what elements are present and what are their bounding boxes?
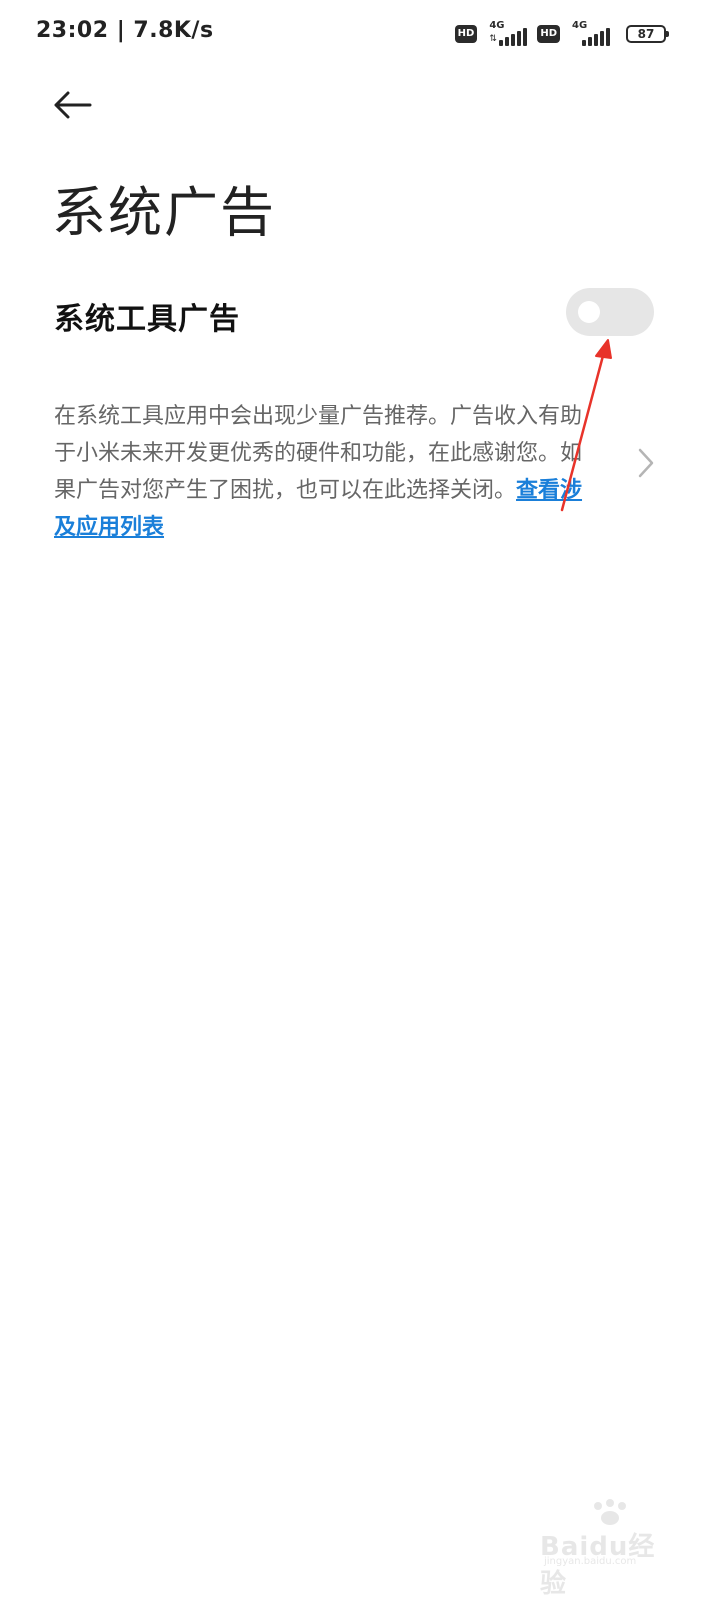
- signal-bars-icon: [499, 28, 528, 46]
- signal-sim1: 4G ⇅: [485, 20, 529, 48]
- hd-badge-sim1: HD: [454, 25, 478, 43]
- status-bar: 23:02 | 7.8K/s HD 4G ⇅ HD 4G 87: [0, 0, 720, 70]
- settings-screen: 23:02 | 7.8K/s HD 4G ⇅ HD 4G 87 系统广告 系统工…: [0, 0, 720, 1600]
- status-time: 23:02 | 7.8K/s: [36, 18, 214, 43]
- signal-bars-icon: [582, 28, 610, 46]
- description-text: 在系统工具应用中会出现少量广告推荐。广告收入有助于小米未来开发更优秀的硬件和功能…: [54, 404, 583, 503]
- hd-badge-sim2: HD: [537, 25, 560, 43]
- data-arrows-icon: ⇅: [489, 34, 497, 44]
- back-button[interactable]: [44, 80, 100, 130]
- system-ads-toggle[interactable]: [566, 288, 654, 336]
- battery-level: 87: [637, 27, 655, 41]
- network-speed: 7.8K/s: [133, 18, 214, 43]
- battery-icon: 87: [626, 25, 669, 43]
- signal-sim2: 4G: [568, 20, 612, 48]
- baidu-watermark: Baidu经验 jingyan.baidu.com: [540, 1498, 680, 1599]
- divider: |: [116, 18, 134, 43]
- status-icons: HD 4G ⇅ HD 4G 87: [454, 20, 669, 48]
- setting-description: 在系统工具应用中会出现少量广告推荐。广告收入有助于小米未来开发更优秀的硬件和功能…: [54, 398, 600, 546]
- setting-title: 系统工具广告: [54, 302, 240, 337]
- toggle-knob: [578, 301, 600, 323]
- chevron-right-icon[interactable]: [632, 446, 658, 480]
- arrow-left-icon: [54, 91, 92, 119]
- page-title: 系统广告: [52, 181, 276, 244]
- paw-icon: [594, 1499, 626, 1525]
- watermark-url: jingyan.baidu.com: [544, 1556, 637, 1567]
- clock: 23:02: [36, 18, 109, 43]
